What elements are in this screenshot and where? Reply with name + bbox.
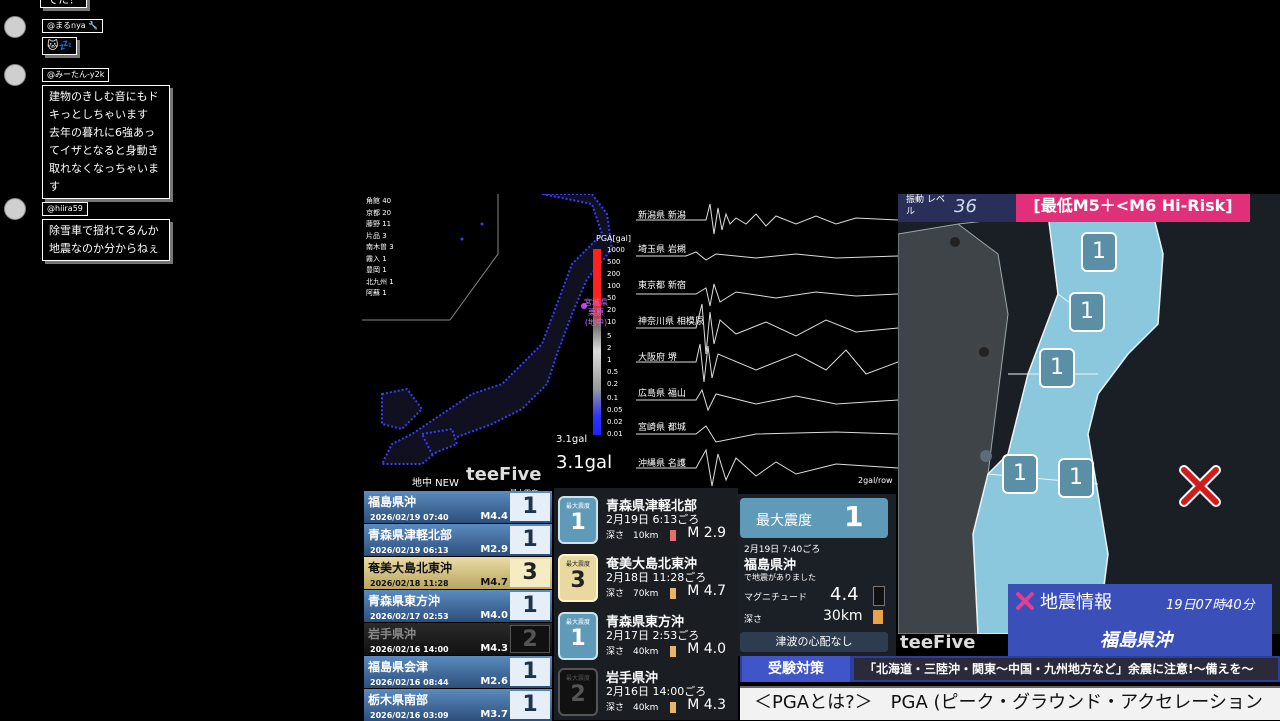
magnitude-value: 4.4 <box>830 584 859 605</box>
sensor-mode-label: 地中 NEW <box>412 478 459 489</box>
station-label: 宮崎県 都城 <box>638 423 686 433</box>
history-row[interactable]: 福島県会津 2026/02/16 08:44 M2.6 1 <box>364 656 552 688</box>
brand-logo: teeFive <box>900 632 976 653</box>
depth-color-chip <box>670 588 676 599</box>
tsunami-status: 津波の心配なし <box>740 632 888 652</box>
pga-big-value: 3.1gal <box>556 452 613 473</box>
station-list-item: 藤野 11 <box>366 220 392 228</box>
history-row[interactable]: 青森県東方沖 2026/02/17 02:53 M4.0 1 <box>364 590 552 622</box>
intensity-badge: 最大震度 3 <box>558 554 598 602</box>
earthquake-card[interactable]: 最大震度 2 岩手県沖 2月16日 14:00ごろ 深さ 40km M 4.3 <box>556 666 736 720</box>
brand-logo: teeFive <box>466 464 542 485</box>
station-label: 大阪府 堺 <box>638 353 677 363</box>
avatar <box>4 64 26 86</box>
depth-label: 深さ <box>744 615 763 625</box>
intensity-marker: 1 <box>1069 292 1105 332</box>
intensity-badge: 最大震度 2 <box>558 668 598 716</box>
chat-username: @みーたん-y2k <box>42 68 110 82</box>
max-intensity-box: 最大震度 1 <box>740 498 888 538</box>
avatar <box>4 16 26 38</box>
chat-username: @まるnya 🔧 <box>42 19 104 33</box>
station-list-item: 京都 20 <box>366 208 392 217</box>
level-box: 振動 レベル 36 <box>898 194 1016 222</box>
chat-username: @hiira59 <box>42 202 88 216</box>
earthquake-card[interactable]: 最大震度 1 青森県東方沖 2月17日 2:53ごろ 深さ 40km M 4.0 <box>556 610 736 664</box>
avatar <box>4 198 26 220</box>
earthquake-card[interactable]: 最大震度 1 青森県津軽北部 2月19日 6:13ごろ 深さ 10km M 2.… <box>556 494 736 548</box>
chat-message: 除雪車で揺れてるんか 地震なのか分からねぇ <box>42 219 170 261</box>
station-label: 新潟県 新潟 <box>638 211 686 221</box>
station-label: 東京都 新宿 <box>638 281 686 291</box>
history-row[interactable]: 岩手県沖 2026/02/16 14:00 M4.3 2 <box>364 623 552 655</box>
seismogram-scale: 2gal/row <box>858 476 893 485</box>
intensity-badge: 最大震度 1 <box>558 496 598 544</box>
depth-color-chip <box>670 702 676 713</box>
depth-chip <box>873 610 883 624</box>
chat-message-fragment: でた？ <box>40 0 87 8</box>
intensity-marker: 1 <box>1081 232 1117 272</box>
ticker-bottom-text: ＜PGAとは?＞ PGA (ピーク・グラウンド・アクセレーション <box>740 686 1280 720</box>
latest-place: 福島県沖 <box>744 558 797 573</box>
history-row[interactable]: 栃木県南部 2026/02/16 03:09 M3.7 1 <box>364 689 552 721</box>
intensity-marker: 1 <box>1058 458 1094 498</box>
chat-message: 🐱💤 <box>42 37 78 55</box>
station-list-item: 片品 3 <box>366 231 387 240</box>
station-label: 広島県 福山 <box>638 389 686 399</box>
epicenter-icon <box>1179 465 1221 507</box>
seismogram-traces <box>636 203 898 487</box>
pga-color-scale <box>593 249 601 435</box>
risk-banner: [最低M5＋<M6 Hi-Risk] <box>1016 194 1250 222</box>
history-row[interactable]: 福島県沖 2026/02/19 07:40 M4.4 1 <box>364 491 552 523</box>
pga-scale-label: PGA[gal] <box>596 234 631 243</box>
station-list-item: 北九州 1 <box>366 277 394 286</box>
depth-value: 30km <box>823 608 863 624</box>
station-label: 埼玉県 岩槻 <box>638 245 686 255</box>
station-list-item: 角館 40 <box>366 197 392 205</box>
station-list-item: 南木曽 3 <box>366 243 394 251</box>
station-label: 神奈川県 相模原 <box>638 317 704 327</box>
earthquake-info-box: 地震情報 19日07時40分 福島県沖 <box>1008 584 1272 656</box>
intensity-badge: 最大震度 1 <box>558 612 598 660</box>
depth-color-chip <box>670 530 676 541</box>
station-list-item: 阿蘇 1 <box>366 289 387 297</box>
pga-small-value: 3.1gal <box>556 434 588 445</box>
station-list-item: 霧入 1 <box>366 254 387 263</box>
history-row[interactable]: 奄美大島北東沖 2026/02/18 11:28 M4.7 3 <box>364 557 552 589</box>
latest-subtitle: で地震がありました <box>744 573 816 582</box>
intensity-marker: 1 <box>1039 348 1075 388</box>
station-list-item: 豊岡 1 <box>366 266 387 274</box>
history-row[interactable]: 青森県津軽北部 2026/02/19 06:13 M2.9 1 <box>364 524 552 556</box>
earthquake-card[interactable]: 最大震度 3 奄美大島北東沖 2月18日 11:28ごろ 深さ 70km M 4… <box>556 552 736 606</box>
chat-message: 建物のきしむ音にもド キっとしちゃいます 去年の暮れに6強あっ てイザとなると身… <box>42 85 170 199</box>
ticker-tag: 受験対策 <box>742 656 850 682</box>
active-station-label: 宮城県 栗原 (地中) <box>584 298 608 327</box>
station-label: 沖縄県 名護 <box>638 459 686 469</box>
magnitude-label: マグニチュード <box>744 593 808 603</box>
intensity-marker: 1 <box>1002 454 1038 494</box>
magnitude-chip <box>873 586 885 606</box>
ticker-message: 「北海道・三陸沖・関東～中国・九州地方など」余震に注意!～備えを～ <box>854 658 1278 680</box>
alert-x-icon <box>1016 592 1034 610</box>
depth-color-chip <box>670 646 676 657</box>
